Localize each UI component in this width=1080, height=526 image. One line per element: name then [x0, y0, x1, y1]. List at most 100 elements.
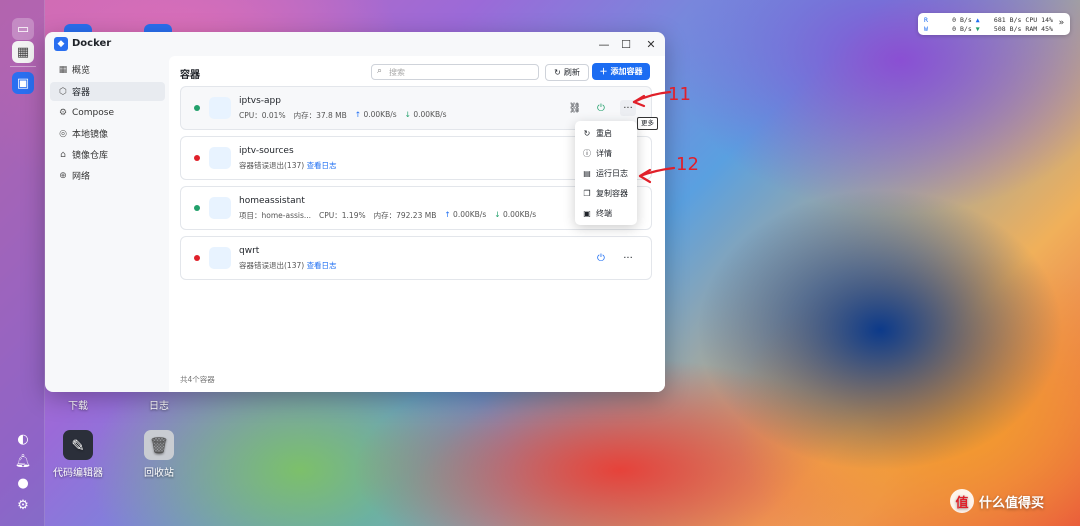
annotation-label-2: 12 [676, 154, 699, 175]
write-unit: B/s [960, 25, 972, 33]
more-button[interactable]: ··· [620, 250, 636, 266]
sidebar-item-label: Compose [72, 107, 115, 118]
container-count: 共4个容器 [180, 375, 215, 384]
collapse-icon[interactable]: » [1059, 18, 1064, 28]
cpu-label: CPU [1025, 16, 1038, 24]
title-bar[interactable]: ◆ Docker — ☐ ✕ [45, 32, 665, 56]
close-button[interactable]: ✕ [643, 36, 659, 52]
container-name: iptv-sources [239, 146, 294, 156]
download-speed: 0.00KB/s [413, 110, 447, 119]
view-log-link[interactable]: 查看日志 [307, 261, 337, 270]
project-name: 项目：home-assis... [239, 211, 312, 220]
sidebar-item-registry[interactable]: ⌂ 镜像仓库 [50, 145, 165, 164]
menu-item-label: 复制容器 [596, 188, 628, 198]
minimize-button[interactable]: — [596, 36, 612, 52]
read-unit: B/s [960, 16, 972, 24]
arrow-up-icon: ▲ [975, 16, 980, 24]
sidebar-item-containers[interactable]: ⬡ 容器 [50, 82, 165, 101]
container-status: 容器错误退出(137) 查看日志 [239, 260, 337, 271]
add-container-button[interactable]: ＋ 添加容器 [592, 63, 650, 80]
menu-item-restart[interactable]: ↻ 重启 [575, 123, 637, 143]
container-icon [209, 147, 231, 169]
read-value: 0 [952, 16, 956, 24]
arrow-down-icon: ↓ [404, 110, 411, 119]
search-box[interactable]: ⌕ [371, 64, 539, 80]
status-stopped-indicator [194, 155, 200, 161]
power-icon[interactable]: ⏻ [593, 100, 609, 116]
app-center-icon[interactable]: ▦ [12, 41, 34, 63]
desktop-icon-download[interactable]: 下载 [38, 397, 118, 412]
docker-logo-icon: ◆ [54, 37, 68, 51]
status-stopped-indicator [194, 255, 200, 261]
menu-item-terminal[interactable]: ▣ 终端 [575, 203, 637, 223]
sidebar-item-label: 本地镜像 [72, 130, 109, 140]
refresh-button[interactable]: ↻ 刷新 [545, 64, 589, 81]
cpu-usage: CPU：0.01% [239, 111, 286, 120]
gear-icon[interactable]: ⚙ [12, 494, 34, 516]
status-running-indicator [194, 105, 200, 111]
view-log-link[interactable]: 查看日志 [307, 161, 337, 170]
upload-speed: 0.00KB/s [453, 210, 487, 219]
sidebar-item-local-images[interactable]: ◎ 本地镜像 [50, 124, 165, 143]
refresh-label: 刷新 [563, 68, 580, 77]
brand-watermark: 值 什么值得买 [950, 489, 1044, 513]
copy-icon: ❐ [583, 188, 591, 198]
desktop-icon-label: 下载 [68, 401, 88, 412]
grid-icon: ▦ [58, 64, 68, 75]
home-icon: ⌂ [60, 149, 66, 160]
plus-icon: ＋ [599, 67, 608, 76]
annotation-label-1: 11 [668, 84, 691, 105]
menu-item-label: 详情 [596, 148, 612, 158]
sidebar-item-label: 概览 [72, 66, 91, 76]
arrow-down-icon: ▼ [975, 25, 980, 33]
power-icon[interactable]: ⏻ [593, 250, 609, 266]
sidebar-item-label: 容器 [72, 88, 91, 98]
monitor-icon[interactable]: ▭ [12, 18, 34, 40]
docker-window: ◆ Docker — ☐ ✕ ▦ 概览 ⬡ 容器 ⚙ Compose ◎ 本地镜… [45, 32, 665, 392]
status-running-indicator [194, 205, 200, 211]
container-stats: CPU：0.01% 内存：37.8 MB ↑ 0.00KB/s ↓ 0.00KB… [239, 110, 447, 121]
add-container-label: 添加容器 [610, 67, 643, 76]
container-icon [209, 97, 231, 119]
search-input[interactable] [389, 66, 529, 78]
menu-item-copy[interactable]: ❐ 复制容器 [575, 183, 637, 203]
download-value: 508 [993, 25, 1006, 33]
user-icon[interactable]: ● [12, 472, 34, 494]
container-status: 容器错误退出(137) 查看日志 [239, 160, 337, 171]
cpu-value: 14% [1041, 16, 1053, 24]
link-icon[interactable]: ⛓ [567, 100, 583, 116]
menu-item-label: 运行日志 [596, 168, 628, 178]
arrow-down-icon: ↓ [494, 210, 501, 219]
sidebar-item-label: 镜像仓库 [72, 151, 109, 161]
bell-icon[interactable]: 🔔︎ [12, 450, 34, 472]
maximize-button[interactable]: ☐ [618, 36, 634, 52]
toggle-icon[interactable]: ◐ [12, 428, 34, 450]
sidebar-item-network[interactable]: ⊕ 网络 [50, 166, 165, 185]
desktop-icon-label: 代码编辑器 [53, 468, 103, 479]
sidebar-item-compose[interactable]: ⚙ Compose [50, 103, 165, 122]
ram-value: 45% [1041, 25, 1053, 33]
upload-value: 681 [993, 16, 1006, 24]
more-tooltip: 更多 [637, 117, 658, 130]
error-status: 容器错误退出(137) [239, 261, 305, 270]
container-card-qwrt[interactable]: qwrt 容器错误退出(137) 查看日志 ⏻ ··· [180, 236, 652, 280]
menu-item-details[interactable]: ⓘ 详情 [575, 143, 637, 163]
sidebar-item-overview[interactable]: ▦ 概览 [50, 60, 165, 79]
annotation-arrow-2 [638, 166, 676, 184]
memory-usage: 内存：792.23 MB [373, 211, 437, 220]
info-icon: ⓘ [583, 148, 591, 158]
read-label: R [924, 16, 928, 24]
desktop-icon-log[interactable]: 日志 [119, 397, 199, 412]
container-name: qwrt [239, 246, 260, 256]
arrow-up-icon: ↑ [354, 110, 362, 119]
code-editor-icon: ✎ [63, 430, 93, 460]
menu-item-run-log[interactable]: ▤ 运行日志 [575, 163, 637, 183]
disk-icon: ◎ [59, 128, 67, 139]
desktop-icon-code-editor[interactable]: ✎ 代码编辑器 [38, 430, 118, 479]
menu-item-label: 终端 [596, 208, 612, 218]
desktop-icon-trash[interactable]: 🗑︎ 回收站 [119, 430, 199, 479]
arrow-up-icon: ↑ [444, 210, 451, 219]
memory-usage: 内存：37.8 MB [293, 111, 347, 120]
cube-icon: ⬡ [59, 86, 67, 97]
docker-dock-icon[interactable]: ▣ [12, 72, 34, 94]
